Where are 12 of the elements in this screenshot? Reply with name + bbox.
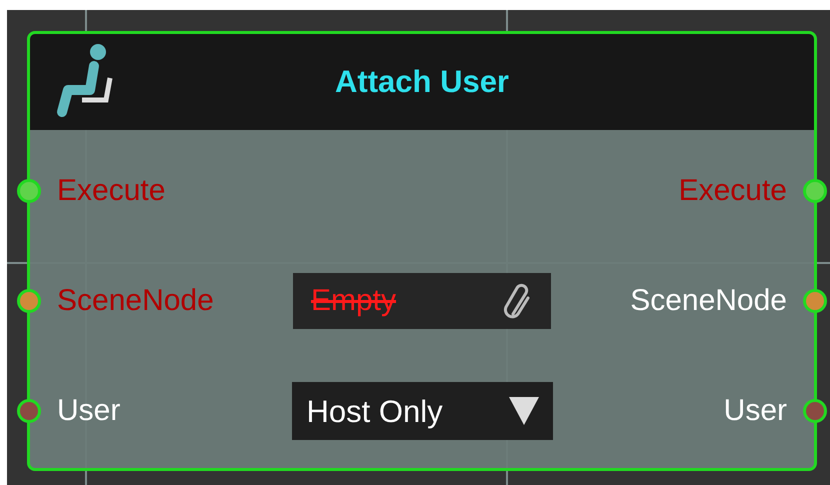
pin-label: User xyxy=(56,396,122,426)
pin-label: Execute xyxy=(678,176,788,206)
node-title: Attach User xyxy=(335,62,509,101)
pin-label: SceneNode xyxy=(629,286,788,316)
pin-label: SceneNode xyxy=(56,286,215,316)
pin-label: User xyxy=(722,396,788,426)
pin-label: Execute xyxy=(56,176,166,206)
object-field[interactable]: Empty xyxy=(293,273,551,329)
caret-icon xyxy=(508,397,538,425)
field-value: Empty xyxy=(311,286,396,316)
dropdown[interactable]: Host Only xyxy=(292,382,552,440)
node-header[interactable]: Attach User xyxy=(30,34,814,130)
